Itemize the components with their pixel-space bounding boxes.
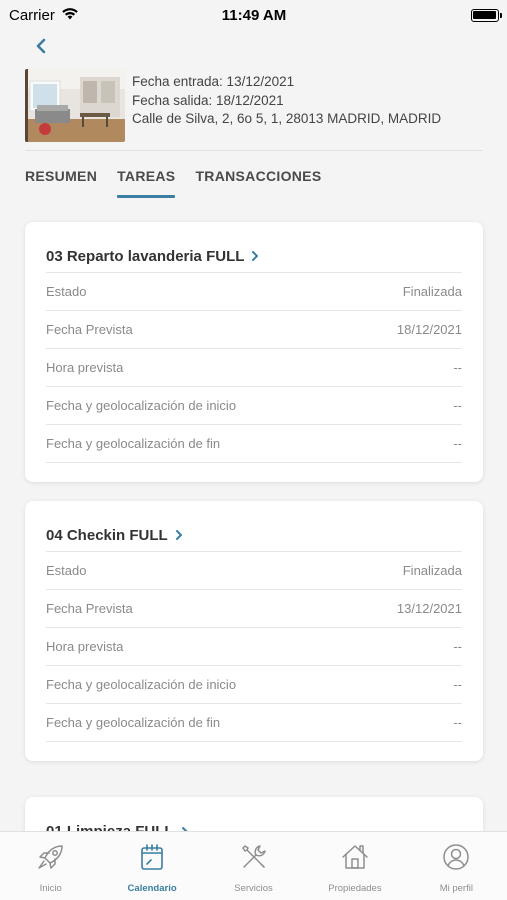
row-value: -- [453, 677, 462, 692]
check-out-date: Fecha salida: 18/12/2021 [132, 92, 284, 108]
task-row-fecha-prevista: Fecha Prevista 13/12/2021 [46, 590, 462, 628]
task-row-fin: Fecha y geolocalización de fin -- [46, 704, 462, 742]
wifi-icon [61, 7, 79, 24]
chevron-right-icon [251, 250, 259, 262]
tab-tareas[interactable]: TAREAS [117, 160, 176, 198]
row-value: -- [453, 436, 462, 451]
status-time: 11:49 AM [221, 6, 287, 24]
task-row-inicio: Fecha y geolocalización de inicio -- [46, 666, 462, 704]
tabbar-item-propiedades[interactable]: Propiedades [304, 832, 405, 900]
row-value: -- [453, 360, 462, 375]
calendar-icon [137, 842, 167, 877]
row-label: Fecha y geolocalización de inicio [46, 677, 237, 692]
status-bar: Carrier 11:49 AM [0, 0, 507, 30]
task-row-inicio: Fecha y geolocalización de inicio -- [46, 387, 462, 425]
house-icon [340, 842, 370, 877]
row-value: -- [453, 639, 462, 654]
task-title: 03 Reparto lavanderia FULL [46, 247, 245, 265]
chevron-right-icon [175, 529, 183, 541]
tab-transacciones[interactable]: TRANSACCIONES [195, 160, 321, 198]
row-label: Hora prevista [46, 639, 124, 654]
tools-icon [239, 842, 269, 877]
tabbar-label: Mi perfil [439, 883, 473, 894]
row-label: Fecha y geolocalización de inicio [46, 398, 237, 413]
task-title-link[interactable]: 03 Reparto lavanderia FULL [46, 222, 462, 273]
segment-tabs: RESUMEN TAREAS TRANSACCIONES [25, 160, 341, 200]
row-value: 18/12/2021 [396, 322, 462, 337]
battery-icon [470, 8, 502, 22]
tabbar-label: Inicio [39, 883, 62, 894]
row-label: Fecha y geolocalización de fin [46, 436, 221, 451]
task-card: 04 Checkin FULL Estado Finalizada Fecha … [25, 501, 483, 761]
row-value: Finalizada [402, 284, 462, 299]
task-row-hora-prevista: Hora prevista -- [46, 349, 462, 387]
booking-header: Fecha entrada: 13/12/2021 Fecha salida: … [25, 69, 483, 151]
row-label: Fecha y geolocalización de fin [46, 715, 221, 730]
task-row-hora-prevista: Hora prevista -- [46, 628, 462, 666]
back-button[interactable] [30, 35, 52, 57]
tabbar-label: Propiedades [328, 883, 382, 894]
property-photo [25, 69, 125, 142]
check-in-date: Fecha entrada: 13/12/2021 [132, 74, 295, 89]
bottom-tab-bar: Inicio Calendario Servicios Propiedades … [0, 831, 507, 900]
task-title-link[interactable]: 04 Checkin FULL [46, 501, 462, 552]
task-row-estado: Estado Finalizada [46, 552, 462, 590]
row-label: Fecha Prevista [46, 601, 133, 616]
row-label: Estado [46, 284, 87, 299]
task-title: 04 Checkin FULL [46, 526, 168, 544]
task-row-estado: Estado Finalizada [46, 273, 462, 311]
property-address: Calle de Silva, 2, 6o 5, 1, 28013 MADRID… [132, 111, 442, 126]
task-row-fin: Fecha y geolocalización de fin -- [46, 425, 462, 463]
tabbar-item-calendario[interactable]: Calendario [101, 832, 202, 900]
row-label: Fecha Prevista [46, 322, 133, 337]
rocket-icon [36, 842, 66, 877]
tab-resumen[interactable]: RESUMEN [25, 160, 97, 198]
tabbar-label: Servicios [234, 883, 273, 894]
tabbar-item-inicio[interactable]: Inicio [0, 832, 101, 900]
tabbar-label: Calendario [127, 883, 177, 894]
task-row-fecha-prevista: Fecha Prevista 18/12/2021 [46, 311, 462, 349]
tabbar-item-servicios[interactable]: Servicios [203, 832, 304, 900]
row-value: Finalizada [402, 563, 462, 578]
row-label: Estado [46, 563, 87, 578]
tabbar-item-mi-perfil[interactable]: Mi perfil [406, 832, 507, 900]
row-value: -- [453, 715, 462, 730]
carrier-label: Carrier [9, 6, 55, 24]
row-label: Hora prevista [46, 360, 124, 375]
task-card: 03 Reparto lavanderia FULL Estado Finali… [25, 222, 483, 482]
row-value: -- [453, 398, 462, 413]
chevron-left-icon [36, 38, 46, 54]
row-value: 13/12/2021 [396, 601, 462, 616]
profile-icon [441, 842, 471, 877]
